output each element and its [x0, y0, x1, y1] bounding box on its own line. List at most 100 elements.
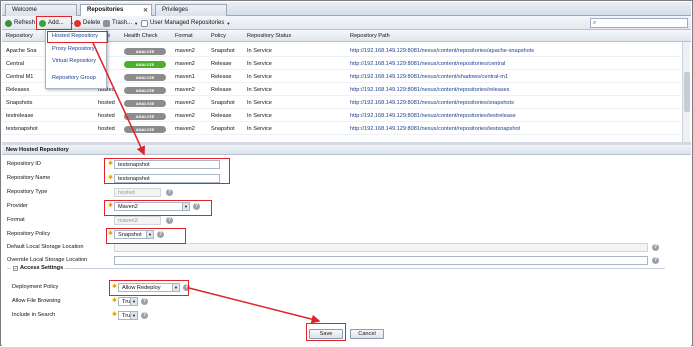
- help-icon[interactable]: ?: [141, 312, 148, 319]
- repo-policy: Release: [211, 61, 232, 67]
- column-header-policy[interactable]: Policy: [211, 33, 226, 39]
- menu-item-repository-group[interactable]: Repository Group: [52, 75, 96, 81]
- table-row[interactable]: testrelease hosted ANALYZE maven2 Releas…: [2, 111, 681, 122]
- analyze-button[interactable]: ANALYZE: [124, 113, 166, 120]
- repo-status: In Service: [247, 113, 272, 119]
- trash-button[interactable]: Trash... ▼: [103, 18, 138, 28]
- repository-type-field: hosted: [114, 188, 161, 197]
- column-header-format[interactable]: Format: [175, 33, 193, 39]
- repo-format: maven2: [175, 100, 195, 106]
- form-title: New Hosted Repository: [2, 145, 691, 155]
- tab-label: Welcome: [12, 7, 37, 13]
- column-header-path[interactable]: Repository Path: [350, 33, 390, 39]
- repo-policy: Snapshot: [211, 100, 235, 106]
- repo-path-link[interactable]: http://192.168.149.129:8081/nexus/conten…: [350, 74, 508, 80]
- repo-path-link[interactable]: http://192.168.149.129:8081/nexus/conten…: [350, 61, 505, 67]
- analyze-button[interactable]: ANALYZE: [124, 61, 166, 68]
- help-icon[interactable]: ?: [652, 244, 659, 251]
- repo-type: hosted: [98, 100, 115, 106]
- repo-name: Snapshots: [6, 100, 33, 106]
- repo-path-link[interactable]: http://192.168.149.129:8081/nexus/conten…: [350, 113, 516, 119]
- repo-policy: Release: [211, 87, 232, 93]
- repo-policy: Release: [211, 113, 232, 119]
- repo-name: Central: [6, 61, 25, 67]
- analyze-button[interactable]: ANALYZE: [124, 126, 166, 133]
- allow-file-browsing-select[interactable]: True ▼: [118, 297, 138, 306]
- include-in-search-select[interactable]: True ▼: [118, 311, 138, 320]
- override-storage-label: Override Local Storage Location: [7, 257, 88, 263]
- repo-policy: Snapshot: [211, 48, 235, 54]
- search-input[interactable]: ⌕: [590, 18, 688, 28]
- repo-type: hosted: [98, 126, 115, 132]
- help-icon[interactable]: ?: [141, 298, 148, 305]
- user-managed-repositories-button[interactable]: User Managed Repositories ▼: [141, 18, 230, 28]
- highlight-id-name: [104, 158, 230, 184]
- close-icon[interactable]: ✕: [143, 7, 148, 14]
- repo-policy: Release: [211, 74, 232, 80]
- override-storage-input[interactable]: [114, 256, 648, 265]
- highlight-provider: [104, 200, 212, 216]
- tab-welcome[interactable]: Welcome: [5, 4, 77, 16]
- repo-format: maven2: [175, 113, 195, 119]
- help-icon[interactable]: ?: [166, 217, 173, 224]
- grid-scrollbar[interactable]: [682, 42, 690, 142]
- toolbar: Refresh Add... ▼ Delete Trash... ▼ User …: [2, 16, 691, 30]
- scrollbar-thumb[interactable]: [684, 72, 690, 112]
- required-icon: ✱: [112, 298, 118, 304]
- repo-path-link[interactable]: http://192.168.149.129:8081/nexus/conten…: [350, 126, 520, 132]
- repo-path-link[interactable]: http://192.168.149.129:8081/nexus/conten…: [350, 87, 510, 93]
- repo-name: Apache Sna: [6, 48, 37, 54]
- refresh-button[interactable]: Refresh: [5, 18, 35, 28]
- help-icon[interactable]: ?: [166, 189, 173, 196]
- column-header-health-check[interactable]: Health Check: [124, 33, 158, 39]
- chevron-down-icon: ▼: [226, 20, 231, 26]
- analyze-button[interactable]: ANALYZE: [124, 100, 166, 107]
- menu-item-virtual-repository[interactable]: Virtual Repository: [52, 58, 96, 64]
- search-icon: ⌕: [593, 20, 597, 26]
- column-header-status[interactable]: Repository Status: [247, 33, 291, 39]
- repo-status: In Service: [247, 126, 272, 132]
- access-settings-header[interactable]: − Access Settings: [11, 265, 66, 271]
- collapse-icon[interactable]: −: [13, 265, 18, 271]
- cancel-button[interactable]: Cancel: [350, 329, 384, 339]
- repository-type-label: Repository Type: [7, 189, 48, 195]
- column-header-repository[interactable]: Repository: [6, 33, 33, 39]
- highlight-add-button: [36, 16, 72, 30]
- chevron-down-icon: ▼: [130, 312, 137, 319]
- format-label: Format: [7, 217, 25, 223]
- repo-path-link[interactable]: http://192.168.149.129:8081/nexus/conten…: [350, 100, 514, 106]
- menu-item-proxy-repository[interactable]: Proxy Repository: [52, 46, 95, 52]
- highlight-policy: [106, 228, 186, 244]
- nexus-window: Welcome Repositories ✕ Privileges Refres…: [0, 0, 693, 346]
- repository-policy-label: Repository Policy: [7, 231, 51, 237]
- provider-label: Provider: [7, 203, 28, 209]
- delete-button[interactable]: Delete: [74, 18, 100, 28]
- analyze-button[interactable]: ANALYZE: [124, 87, 166, 94]
- tab-label: Repositories: [87, 7, 124, 13]
- trash-label: Trash...: [112, 20, 133, 26]
- analyze-button[interactable]: ANALYZE: [124, 48, 166, 55]
- repository-name-label: Repository Name: [7, 175, 51, 181]
- table-row[interactable]: Snapshots hosted ANALYZE maven2 Snapshot…: [2, 98, 681, 109]
- repo-format: maven2: [175, 126, 195, 132]
- deployment-policy-label: Deployment Policy: [12, 284, 59, 290]
- checkbox-icon: [141, 19, 148, 27]
- repository-id-label: Repository ID: [7, 161, 41, 167]
- analyze-button[interactable]: ANALYZE: [124, 74, 166, 81]
- tab-label: Privileges: [162, 7, 189, 13]
- allow-file-browsing-label: Allow File Browsing: [12, 298, 61, 304]
- trash-icon: [103, 19, 110, 27]
- refresh-label: Refresh: [14, 20, 36, 26]
- access-settings-title: Access Settings: [20, 265, 64, 271]
- repo-path-link[interactable]: http://192.168.149.129:8081/nexus/conten…: [350, 48, 534, 54]
- repo-status: In Service: [247, 100, 272, 106]
- delete-label: Delete: [83, 20, 101, 26]
- table-row[interactable]: testsnapshot hosted ANALYZE maven2 Snaps…: [2, 124, 681, 135]
- access-settings-section: − Access Settings: [7, 265, 665, 328]
- tab-privileges[interactable]: Privileges: [155, 4, 227, 16]
- user-managed-label: User Managed Repositories: [150, 20, 225, 26]
- repo-name: testsnapshot: [6, 126, 38, 132]
- highlight-save: [306, 323, 346, 341]
- tab-bar: Welcome Repositories ✕ Privileges: [2, 2, 691, 17]
- help-icon[interactable]: ?: [652, 257, 659, 264]
